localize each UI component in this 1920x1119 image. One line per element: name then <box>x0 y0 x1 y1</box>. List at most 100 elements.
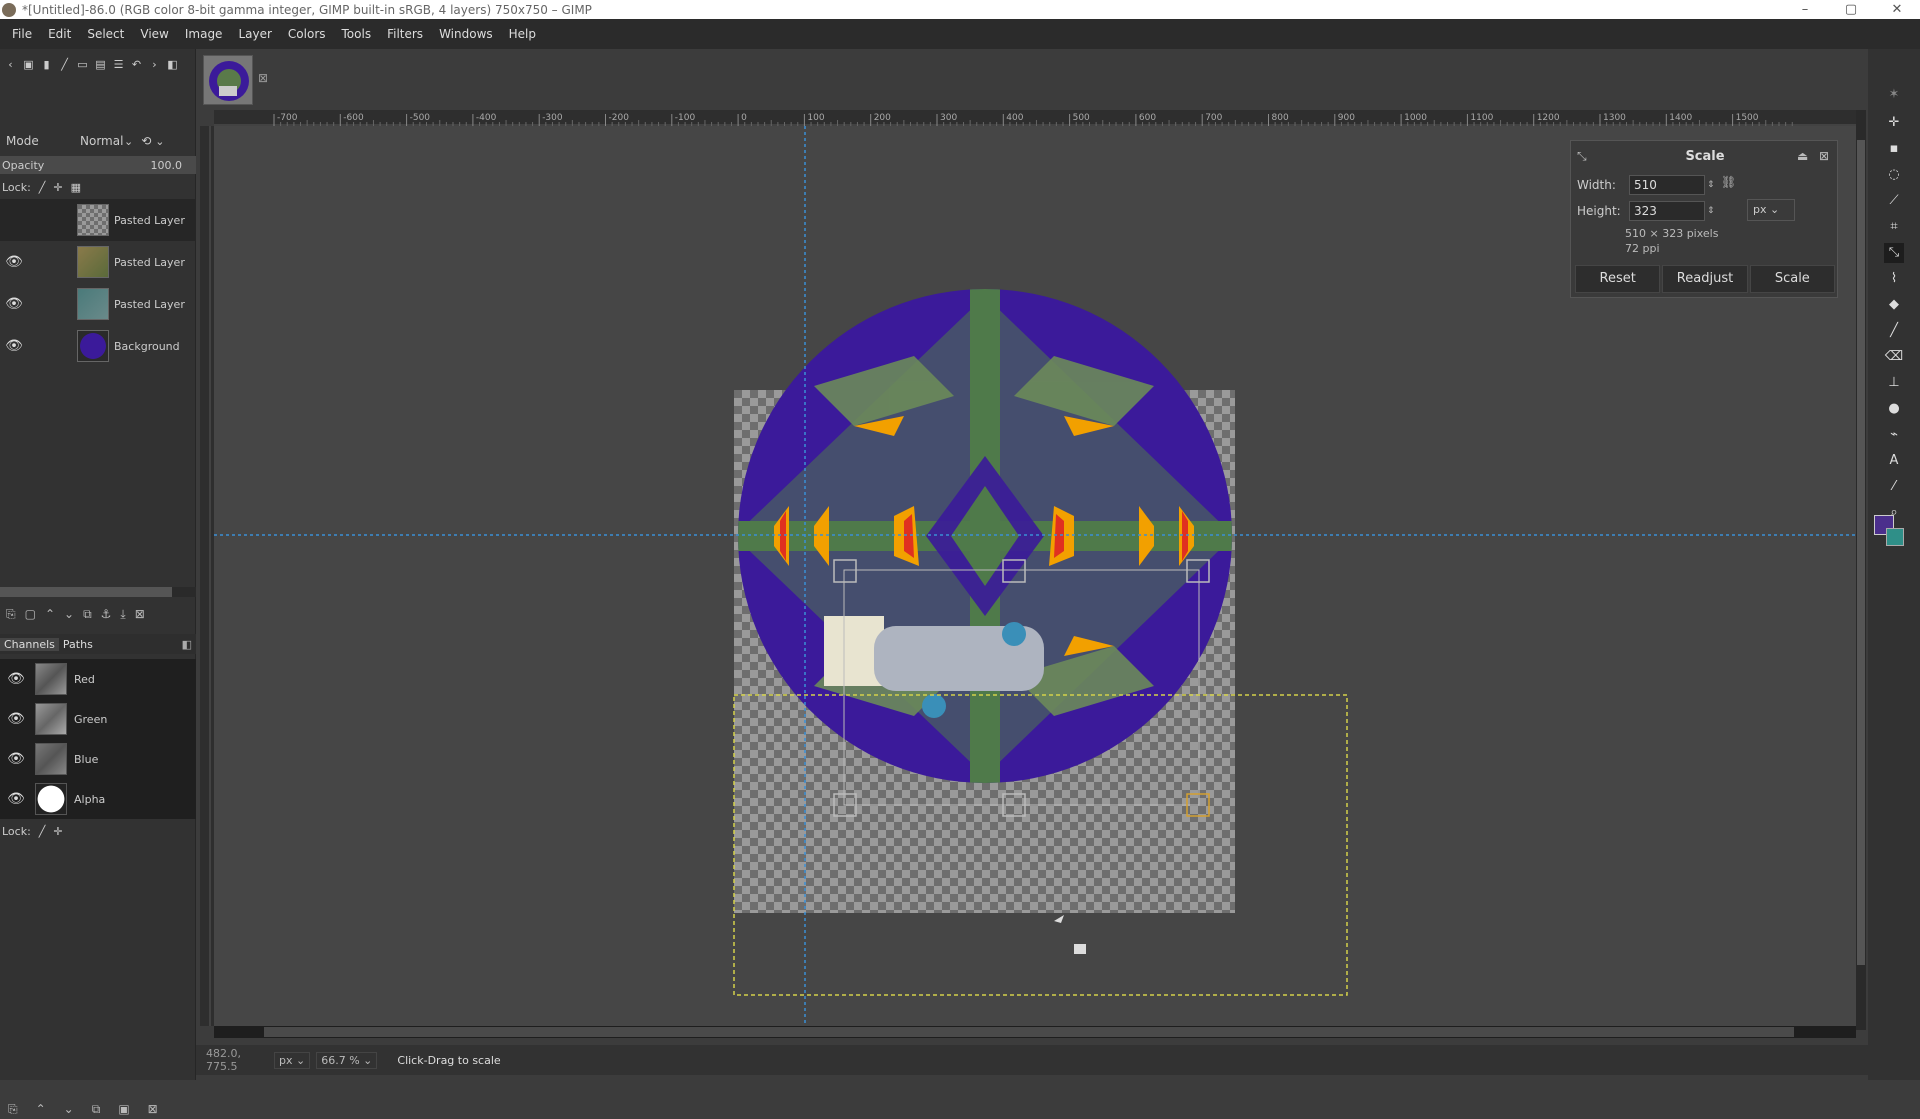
duplicate-channel-icon[interactable]: ⧉ <box>92 1102 101 1117</box>
eye-icon[interactable]: 👁 <box>0 791 32 807</box>
warp-tool-icon[interactable]: ⌇ <box>1884 269 1904 289</box>
eye-icon[interactable]: 👁 <box>0 254 28 270</box>
delete-channel-icon[interactable]: ⊠ <box>148 1102 158 1116</box>
minimize-button[interactable]: – <box>1782 2 1828 17</box>
image-tab-thumbnail[interactable] <box>203 55 253 105</box>
menu-filters[interactable]: Filters <box>379 27 431 41</box>
lower-layer-icon[interactable]: ⌄ <box>64 607 74 621</box>
menu-windows[interactable]: Windows <box>431 27 501 41</box>
eye-icon[interactable]: 👁 <box>0 711 32 727</box>
text-tool-icon[interactable]: A <box>1884 451 1904 471</box>
menu-file[interactable]: File <box>4 27 40 41</box>
paintbrush-tool-icon[interactable]: ╱ <box>1884 321 1904 341</box>
mode-select[interactable]: Normal <box>80 134 124 148</box>
menu-select[interactable]: Select <box>79 27 132 41</box>
chevron-down-icon[interactable]: ⌄ <box>155 135 164 148</box>
tab-channels[interactable]: Channels <box>0 637 59 651</box>
eye-icon[interactable]: 👁 <box>0 751 32 767</box>
new-layer-icon[interactable]: ⎘ <box>6 607 16 622</box>
menu-layer[interactable]: Layer <box>230 27 279 41</box>
vertical-ruler[interactable] <box>200 126 214 1026</box>
new-layer-group-icon[interactable]: ▢ <box>25 607 36 621</box>
reset-mode-icon[interactable]: ⟲ <box>141 134 151 148</box>
clone-tool-icon[interactable]: ⊥ <box>1884 373 1904 393</box>
chevron-down-icon[interactable]: ⌄ <box>124 135 133 148</box>
tab-paths[interactable]: Paths <box>59 638 97 651</box>
chevron-left-icon[interactable]: ‹ <box>3 57 18 72</box>
height-spinner-icon[interactable]: ⇕ <box>1707 206 1715 216</box>
channel-to-selection-icon[interactable]: ▣ <box>118 1102 129 1116</box>
raise-layer-icon[interactable]: ⌃ <box>45 607 55 621</box>
dock-menu-icon[interactable]: ◧ <box>165 57 180 72</box>
fuzzy-select-tool-icon[interactable]: ⟋ <box>1884 191 1904 211</box>
layer-row[interactable]: Pasted Layer <box>0 199 196 241</box>
pattern-icon[interactable]: ▭ <box>75 57 90 72</box>
anchor-layer-icon[interactable]: ⚓ <box>101 607 112 621</box>
layers-horizontal-scrollbar[interactable] <box>0 587 196 597</box>
lock-alpha-icon[interactable]: ▦ <box>71 181 81 194</box>
chevron-right-icon[interactable]: › <box>147 57 162 72</box>
bucket-fill-tool-icon[interactable]: ◆ <box>1884 295 1904 315</box>
zoom-dropdown[interactable]: 66.7 % ⌄ <box>316 1051 378 1069</box>
dock-dialog-icon[interactable]: ⏏ <box>1797 149 1808 163</box>
menu-tools[interactable]: Tools <box>334 27 380 41</box>
close-button[interactable]: ✕ <box>1874 2 1920 17</box>
merge-layer-icon[interactable]: ⤓ <box>120 607 125 622</box>
layer-name[interactable]: Background <box>114 340 180 353</box>
lower-channel-icon[interactable]: ⌄ <box>64 1102 74 1116</box>
duplicate-layer-icon[interactable]: ⧉ <box>83 607 92 622</box>
new-channel-icon[interactable]: ⎘ <box>8 1102 18 1117</box>
chain-link-icon[interactable]: ⛓ <box>1721 175 1736 189</box>
opacity-value[interactable]: 100.0 <box>151 159 183 172</box>
width-input[interactable]: 510 <box>1629 175 1705 195</box>
layers-icon[interactable]: ☰ <box>111 57 126 72</box>
menu-view[interactable]: View <box>132 27 176 41</box>
rect-select-tool-icon[interactable]: ▪ <box>1884 139 1904 159</box>
reset-button[interactable]: Reset <box>1575 265 1661 293</box>
channel-row[interactable]: 👁 Green <box>0 699 196 739</box>
eye-icon[interactable]: 👁 <box>0 338 28 354</box>
opacity-slider[interactable]: Opacity 100.0 <box>0 156 196 174</box>
menu-edit[interactable]: Edit <box>40 27 79 41</box>
brush-icon[interactable]: ╱ <box>57 57 72 72</box>
channel-row[interactable]: 👁 Alpha <box>0 779 196 819</box>
lock-pixels-icon[interactable]: ╱ <box>39 181 46 194</box>
layer-name[interactable]: Pasted Layer <box>114 214 185 227</box>
menu-colors[interactable]: Colors <box>280 27 334 41</box>
device-status-icon[interactable]: ▮ <box>39 57 54 72</box>
lock-pixels-icon[interactable]: ╱ <box>39 825 46 838</box>
horizontal-ruler[interactable]: -700 -600 -500 -400 -300 -200 -100 0 100 200 300 40… <box>214 110 1859 126</box>
layer-row[interactable]: 👁 Pasted Layer <box>0 283 196 325</box>
maximize-button[interactable]: ▢ <box>1828 2 1874 17</box>
layer-row[interactable]: 👁 Background <box>0 325 196 367</box>
gradient-icon[interactable]: ▤ <box>93 57 108 72</box>
eye-icon[interactable]: 👁 <box>0 671 32 687</box>
eye-icon[interactable]: 👁 <box>0 296 28 312</box>
tool-options-icon[interactable]: ▣ <box>21 57 36 72</box>
lock-position-icon[interactable]: ✛ <box>53 825 62 838</box>
scale-button[interactable]: Scale <box>1749 265 1835 293</box>
canvas-vertical-scrollbar[interactable] <box>1856 110 1866 1030</box>
scrollbar-thumb[interactable] <box>0 587 172 597</box>
paths-tool-icon[interactable]: ⌁ <box>1884 425 1904 445</box>
color-picker-tool-icon[interactable]: ⁄ <box>1884 477 1904 497</box>
close-image-tab-icon[interactable]: ⊠ <box>258 71 268 85</box>
tab-menu-icon[interactable]: ◧ <box>178 638 196 651</box>
width-spinner-icon[interactable]: ⇕ <box>1707 180 1715 190</box>
height-input[interactable]: 323 <box>1629 201 1705 221</box>
layer-name[interactable]: Pasted Layer <box>114 256 185 269</box>
canvas-horizontal-scrollbar[interactable] <box>214 1026 1856 1038</box>
undo-history-icon[interactable]: ↶ <box>129 57 144 72</box>
lock-position-icon[interactable]: ✛ <box>53 181 62 194</box>
menu-help[interactable]: Help <box>501 27 544 41</box>
smudge-tool-icon[interactable]: ● <box>1884 399 1904 419</box>
scrollbar-thumb[interactable] <box>1857 140 1865 965</box>
layer-row[interactable]: 👁 Pasted Layer <box>0 241 196 283</box>
layer-name[interactable]: Pasted Layer <box>114 298 185 311</box>
move-tool-icon[interactable]: ✛ <box>1884 113 1904 133</box>
eraser-tool-icon[interactable]: ⌫ <box>1884 347 1904 367</box>
unit-select[interactable]: px ⌄ <box>1747 199 1795 221</box>
background-color-swatch[interactable] <box>1886 528 1904 546</box>
channel-row[interactable]: 👁 Blue <box>0 739 196 779</box>
delete-layer-icon[interactable]: ⊠ <box>135 607 145 621</box>
